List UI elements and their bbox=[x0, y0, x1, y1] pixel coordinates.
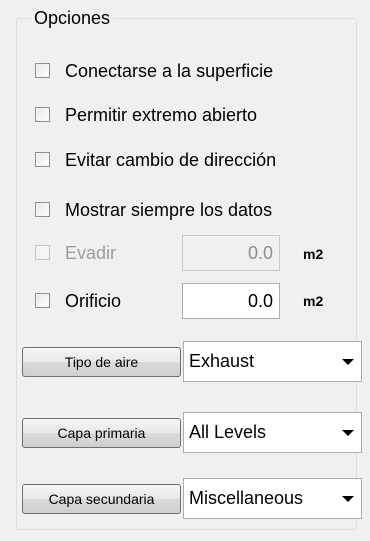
avoid-direction-change-checkbox[interactable] bbox=[35, 152, 50, 167]
evade-label: Evadir bbox=[65, 243, 117, 263]
always-show-data-checkbox[interactable] bbox=[35, 202, 50, 217]
primary-layer-selected: All Levels bbox=[189, 422, 267, 442]
connect-surface-label: Conectarse a la superficie bbox=[65, 61, 274, 81]
orifice-value-field[interactable]: 0.0 bbox=[182, 283, 280, 319]
evade-value-field: 0.0 bbox=[182, 235, 280, 271]
always-show-data-label: Mostrar siempre los datos bbox=[65, 200, 273, 220]
chevron-down-icon[interactable] bbox=[342, 359, 354, 365]
secondary-layer-selected: Miscellaneous bbox=[189, 488, 304, 508]
evade-checkbox bbox=[35, 245, 50, 260]
secondary-layer-button[interactable]: Capa secundaria bbox=[22, 484, 181, 514]
allow-open-end-checkbox[interactable] bbox=[35, 107, 50, 122]
secondary-layer-combobox[interactable]: Miscellaneous bbox=[183, 478, 362, 519]
orifice-checkbox[interactable] bbox=[35, 293, 50, 308]
orifice-label: Orificio bbox=[65, 291, 122, 311]
chevron-down-icon[interactable] bbox=[342, 430, 354, 436]
air-type-combobox[interactable]: Exhaust bbox=[183, 341, 362, 382]
chevron-down-icon[interactable] bbox=[342, 496, 354, 502]
air-type-selected: Exhaust bbox=[189, 351, 255, 371]
options-groupbox bbox=[16, 18, 357, 530]
allow-open-end-label: Permitir extremo abierto bbox=[65, 105, 258, 125]
evade-unit-label: m2 bbox=[303, 246, 324, 262]
air-type-button[interactable]: Tipo de aire bbox=[22, 347, 181, 377]
primary-layer-button[interactable]: Capa primaria bbox=[22, 418, 181, 448]
connect-surface-checkbox[interactable] bbox=[35, 63, 50, 78]
options-group-title: Opciones bbox=[31, 7, 114, 29]
avoid-direction-change-label: Evitar cambio de dirección bbox=[65, 150, 277, 170]
primary-layer-combobox[interactable]: All Levels bbox=[183, 412, 362, 453]
orifice-unit-label: m2 bbox=[303, 293, 324, 309]
